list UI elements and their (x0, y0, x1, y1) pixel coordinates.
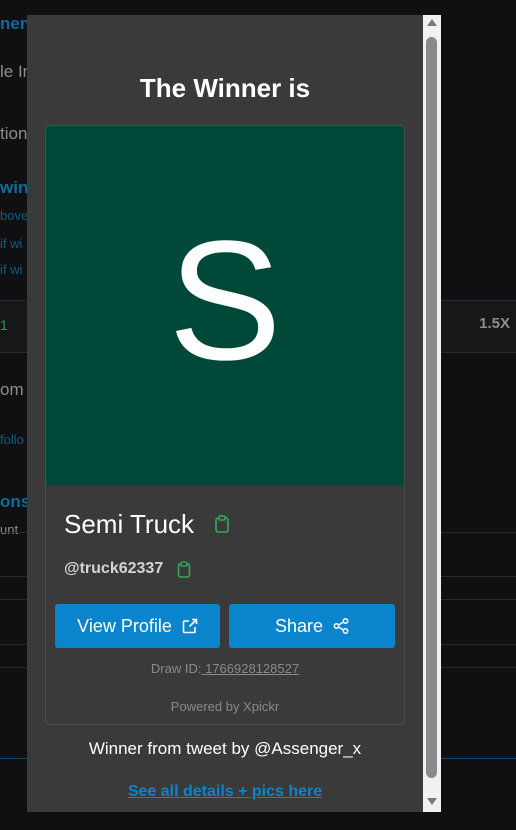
draw-id: Draw ID: 1766928128527 (46, 661, 404, 676)
view-profile-label: View Profile (77, 615, 172, 636)
external-link-icon (182, 618, 198, 634)
see-details-link[interactable]: See all details + pics here (27, 783, 423, 801)
scroll-up-arrow-icon[interactable] (427, 19, 437, 26)
bg-fragment: follo (0, 432, 24, 447)
bg-fragment: ons (0, 492, 31, 511)
bg-fragment: unt (0, 522, 19, 537)
winner-handle: @truck62337 (64, 560, 164, 577)
winner-card: S Semi Truck @truck62337 View Profile Sh… (45, 125, 405, 725)
share-label: Share (274, 615, 324, 636)
bg-fragment: nen (0, 14, 31, 33)
tweet-attribution: Winner from tweet by @Assenger_x (88, 739, 362, 758)
scrollbar-thumb[interactable] (426, 37, 437, 778)
avatar-letter: S (168, 206, 282, 396)
bg-fragment: bove (0, 208, 29, 223)
bg-fragment: if wi (0, 262, 23, 277)
share-icon (333, 618, 349, 634)
modal-scrollbar[interactable] (423, 15, 441, 812)
view-profile-button[interactable]: View Profile (55, 604, 220, 648)
bg-fragment: if wi (0, 236, 23, 251)
clipboard-icon[interactable] (177, 560, 191, 578)
winner-name-row: Semi Truck (64, 506, 230, 542)
share-button[interactable]: Share (229, 604, 395, 648)
draw-id-label: Draw ID: (150, 661, 202, 676)
draw-id-link[interactable]: 1766928128527 (201, 661, 299, 676)
powered-by: Powered by Xpickr (170, 699, 280, 714)
bg-fragment: win (0, 178, 29, 197)
bg-fragment: 1 (0, 317, 8, 333)
winner-handle-row: @truck62337 (64, 558, 191, 580)
bg-fragment: tion (0, 124, 28, 143)
avatar: S (46, 126, 404, 486)
modal-title: The Winner is (139, 73, 311, 103)
bg-fragment: 1.5X (479, 315, 510, 332)
winner-modal: The Winner is S Semi Truck @truck62337 V… (27, 15, 441, 812)
winner-name: Semi Truck (64, 508, 195, 539)
clipboard-icon[interactable] (214, 515, 230, 533)
scroll-down-arrow-icon[interactable] (427, 798, 437, 805)
